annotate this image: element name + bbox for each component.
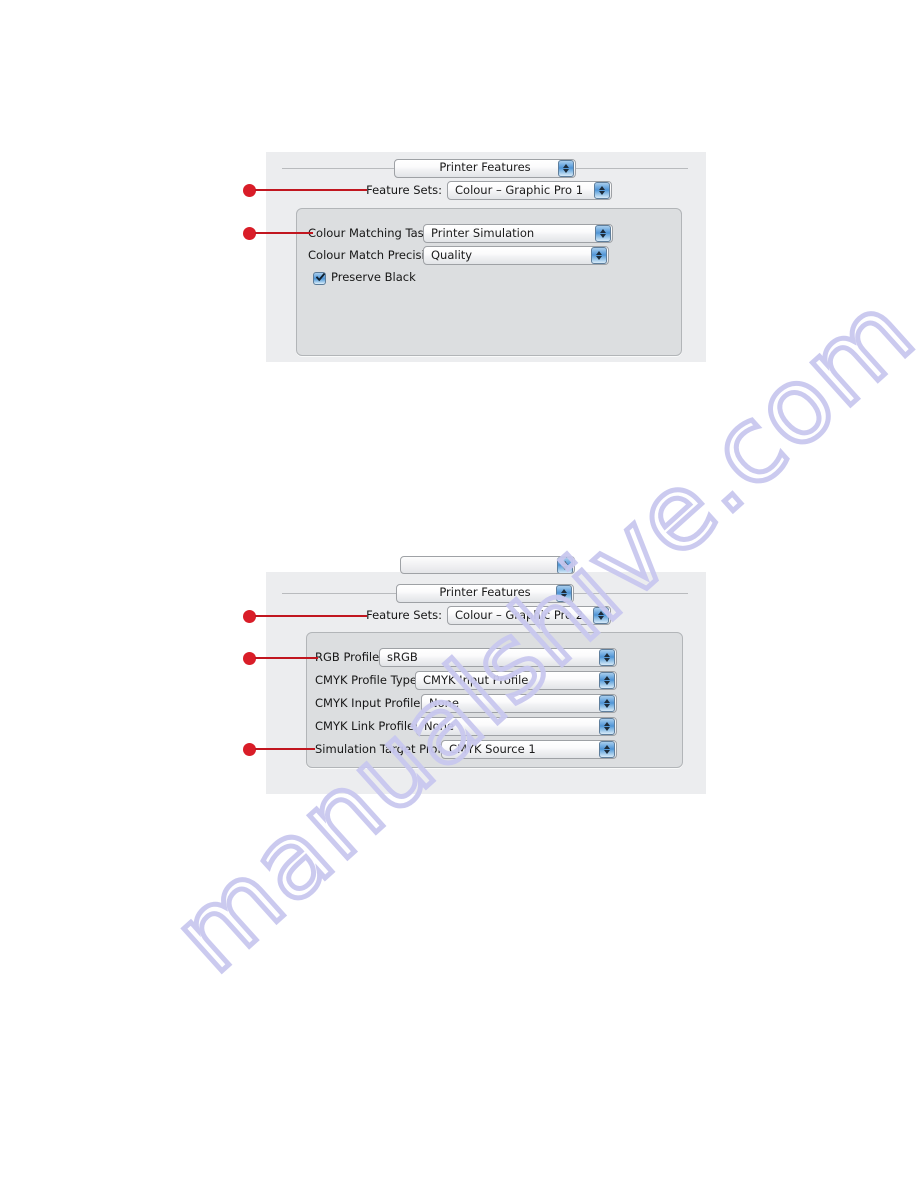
pane-selector-label-2: Printer Features [439, 585, 531, 600]
colour-match-precision-row: Colour Match Precision: Quality [308, 246, 609, 265]
stepper-updown-icon[interactable] [599, 649, 615, 666]
pane-selector-popup-1[interactable]: Printer Features [394, 158, 576, 178]
stepper-updown-icon[interactable] [594, 182, 610, 199]
stepper-updown-icon[interactable] [593, 607, 609, 624]
stepper-updown-icon[interactable] [591, 247, 607, 264]
feature-sets-value-2: Colour – Graphic Pro 2 [455, 607, 584, 622]
callout-leader-line [255, 188, 367, 192]
cmyk-input-profile-popup[interactable]: None [421, 694, 617, 713]
rgb-profile-row: RGB Profile: sRGB [315, 648, 617, 667]
colour-matching-task-popup[interactable]: Printer Simulation [423, 224, 613, 243]
stepper-updown-icon [557, 557, 573, 573]
rgb-profile-value: sRGB [387, 649, 418, 664]
callout-leader-line [255, 747, 315, 751]
feature-sets-popup-2[interactable]: Colour – Graphic Pro 2 [447, 606, 611, 625]
divider-left [282, 167, 394, 169]
cmyk-link-profile-row: CMYK Link Profile: None [315, 717, 617, 736]
cutoff-popup-sliver [400, 556, 575, 574]
stepper-updown-icon[interactable] [599, 672, 615, 689]
pane-selector-row-1: Printer Features [266, 158, 706, 178]
stepper-updown-icon[interactable] [599, 741, 615, 758]
printer-features-panel-graphic-pro-2: Printer Features Feature Sets: Colour – … [266, 556, 706, 794]
callout-p2-rgb-profile [243, 651, 318, 665]
divider-left [282, 592, 396, 594]
simulation-target-profile-value: CMYK Source 1 [449, 741, 536, 756]
cmyk-input-profile-row: CMYK Input Profile: None [315, 694, 617, 713]
stepper-updown-icon[interactable] [558, 159, 574, 177]
callout-p2-feature-sets [243, 609, 367, 623]
cmyk-profile-type-value: CMYK Input Profile [423, 672, 529, 687]
feature-sets-value-1: Colour – Graphic Pro 1 [455, 182, 584, 197]
preserve-black-checkbox[interactable] [313, 271, 326, 285]
colour-match-precision-value: Quality [431, 247, 473, 262]
simulation-target-profile-label: Simulation Target Profile: [315, 741, 459, 756]
stepper-updown-icon[interactable] [599, 718, 615, 735]
callout-leader-line [255, 614, 367, 618]
colour-matching-task-label: Colour Matching Task: [308, 225, 435, 240]
rgb-profile-popup[interactable]: sRGB [379, 648, 617, 667]
cmyk-link-profile-popup[interactable]: None [416, 717, 617, 736]
callout-p1-feature-sets [243, 183, 367, 197]
stepper-updown-icon[interactable] [599, 695, 615, 712]
callout-p2-simulation-target-profile [243, 742, 315, 756]
cmyk-profile-type-popup[interactable]: CMYK Input Profile [415, 671, 617, 690]
callout-leader-line [255, 231, 313, 235]
simulation-target-profile-popup[interactable]: CMYK Source 1 [441, 740, 617, 759]
stepper-updown-icon[interactable] [595, 225, 611, 242]
colour-match-precision-popup[interactable]: Quality [423, 246, 609, 265]
feature-sets-row-1: Feature Sets: Colour – Graphic Pro 1 [364, 181, 612, 200]
feature-sets-popup-1[interactable]: Colour – Graphic Pro 1 [447, 181, 612, 200]
cmyk-input-profile-label: CMYK Input Profile: [315, 695, 425, 710]
cmyk-link-profile-value: None [424, 718, 455, 733]
rgb-profile-label: RGB Profile: [315, 649, 384, 664]
colour-matching-task-value: Printer Simulation [431, 225, 535, 240]
cmyk-link-profile-label: CMYK Link Profile: [315, 718, 419, 733]
callout-leader-line [255, 656, 318, 660]
preserve-black-row[interactable]: Preserve Black [313, 270, 416, 286]
cmyk-input-profile-value: None [429, 695, 460, 710]
preserve-black-label: Preserve Black [331, 270, 416, 285]
feature-sets-label-1: Feature Sets: [366, 182, 442, 197]
simulation-target-profile-row: Simulation Target Profile: CMYK Source 1 [315, 740, 617, 759]
colour-matching-task-row: Colour Matching Task: Printer Simulation [308, 224, 613, 243]
feature-sets-row-2: Feature Sets: Colour – Graphic Pro 2 [364, 606, 611, 625]
feature-sets-label-2: Feature Sets: [366, 607, 442, 622]
stepper-updown-icon[interactable] [556, 584, 572, 602]
pane-selector-label-1: Printer Features [439, 160, 531, 175]
pane-selector-popup-2[interactable]: Printer Features [396, 583, 574, 603]
pane-selector-row-2: Printer Features [266, 583, 706, 603]
checkmark-icon [316, 272, 325, 281]
divider-right [576, 167, 688, 169]
callout-p1-colour-matching-task [243, 226, 313, 240]
cmyk-profile-type-row: CMYK Profile Type: CMYK Input Profile [315, 671, 617, 690]
divider-right [574, 592, 688, 594]
colour-match-precision-label: Colour Match Precision: [308, 247, 443, 262]
cmyk-profile-type-label: CMYK Profile Type: [315, 672, 421, 687]
